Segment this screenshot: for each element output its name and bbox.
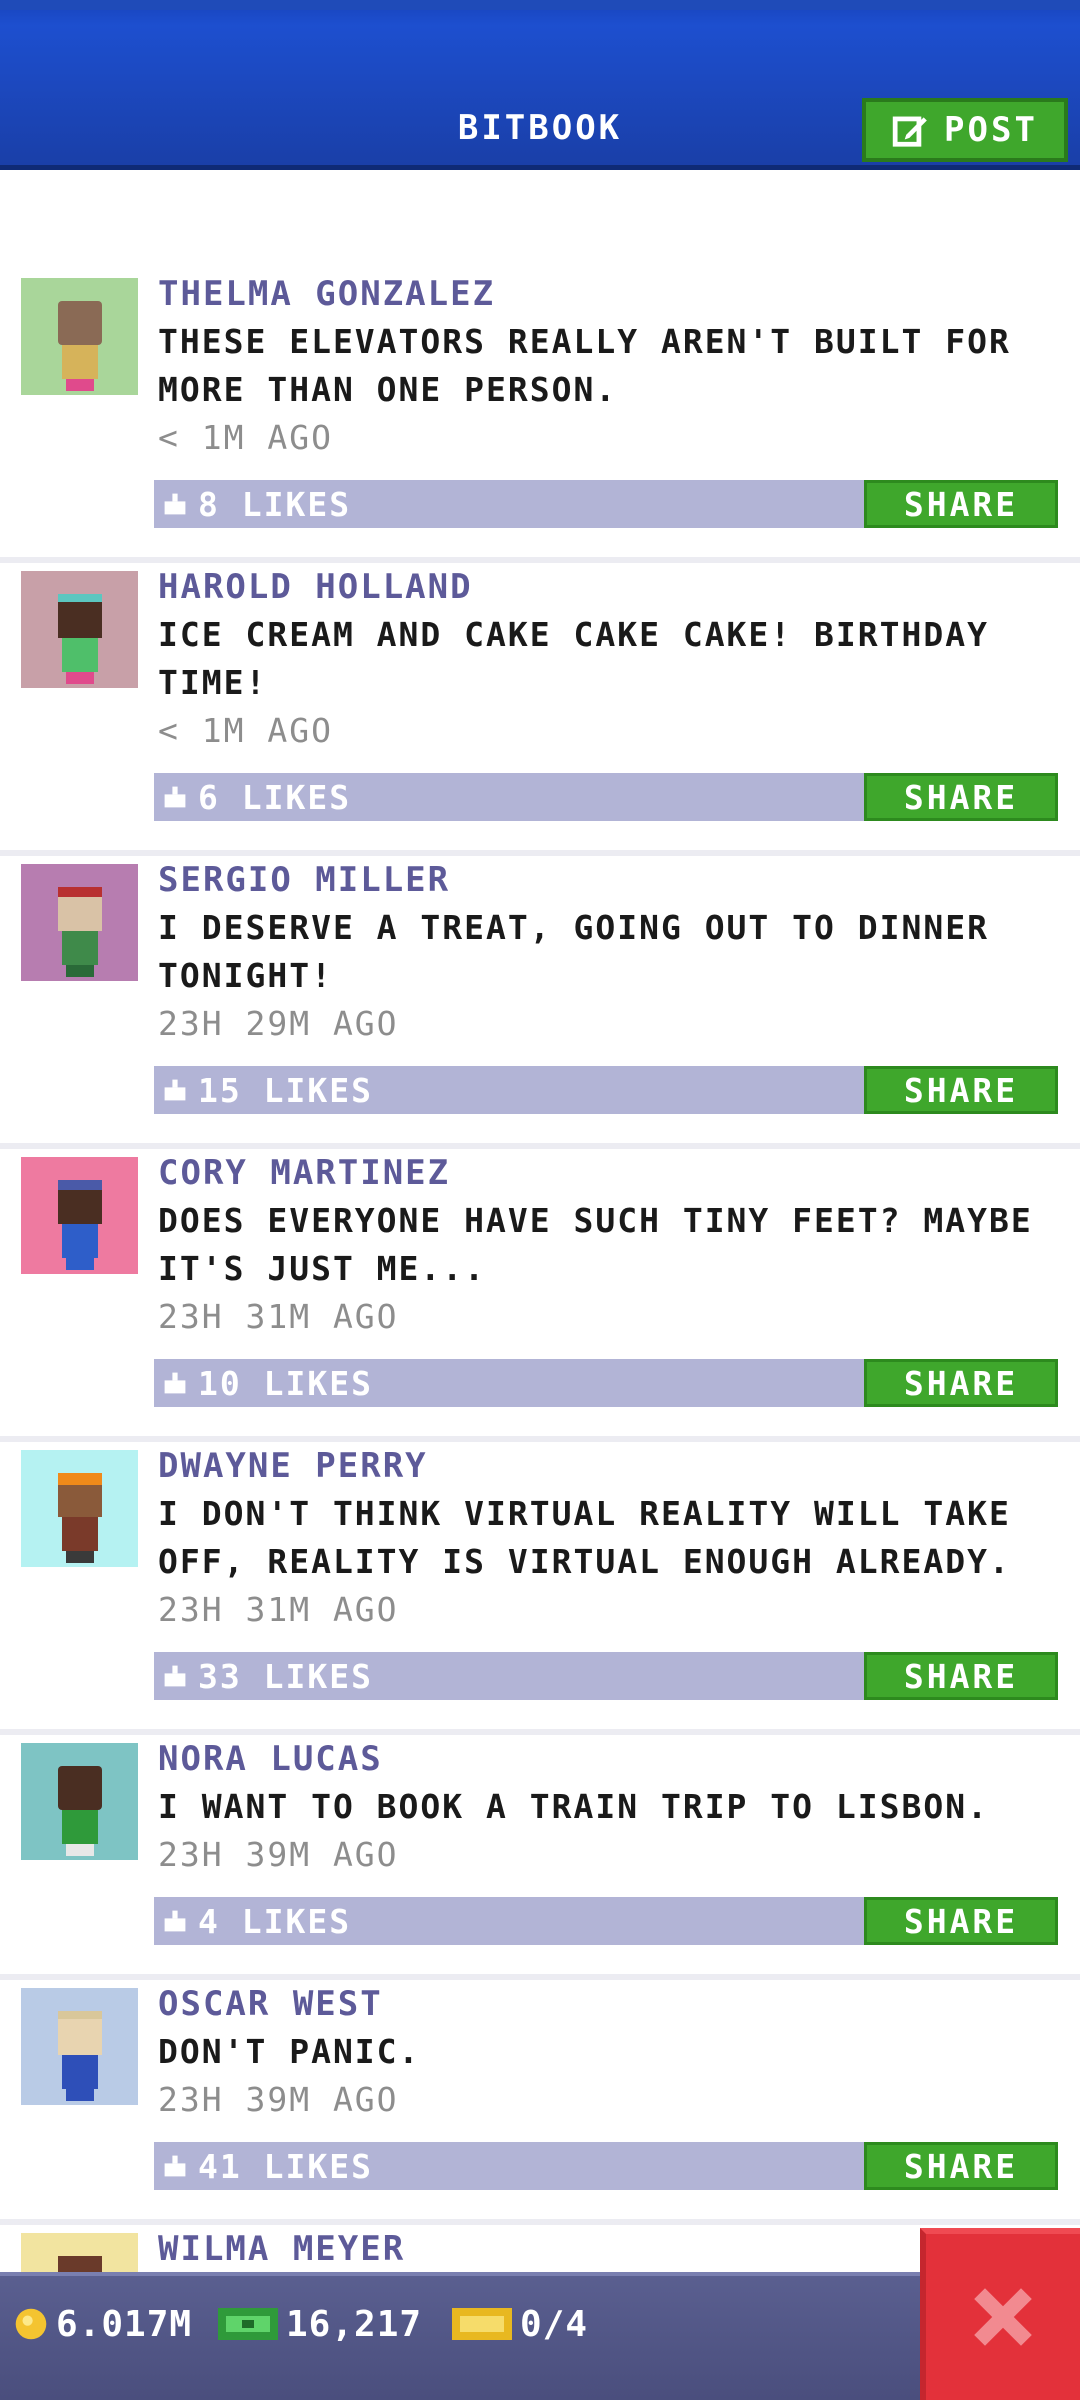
avatar[interactable] xyxy=(21,1988,138,2105)
tickets-stat: 0/4 xyxy=(452,2296,588,2352)
share-button[interactable]: SHARE xyxy=(864,1652,1058,1700)
post-author[interactable]: DWAYNE PERRY xyxy=(158,1442,1068,1490)
post-author[interactable]: THELMA GONZALEZ xyxy=(158,270,1068,318)
post-message: DOES EVERYONE HAVE SUCH TINY FEET? MAYBE… xyxy=(158,1201,1033,1288)
likes-bar: 15 LIKES SHARE xyxy=(154,1066,1058,1114)
thumbs-up-icon xyxy=(164,786,186,808)
post-time: 23H 39M AGO xyxy=(158,1835,399,1874)
feed-post: CORY MARTINEZ DOES EVERYONE HAVE SUCH TI… xyxy=(0,1149,1080,1442)
avatar[interactable] xyxy=(21,1743,138,1860)
post-author[interactable]: NORA LUCAS xyxy=(158,1735,1068,1783)
share-button[interactable]: SHARE xyxy=(864,1359,1058,1407)
thumbs-up-icon xyxy=(164,1910,186,1932)
likes-bar: 4 LIKES SHARE xyxy=(154,1897,1058,1945)
post-message: THESE ELEVATORS REALLY AREN'T BUILT FOR … xyxy=(158,322,1011,409)
coins-value: 6.017M xyxy=(56,2303,193,2345)
avatar[interactable] xyxy=(21,571,138,688)
likes-bar: 33 LIKES SHARE xyxy=(154,1652,1058,1700)
likes-count: 6 LIKES xyxy=(198,777,352,817)
post-message: ICE CREAM AND CAKE CAKE CAKE! BIRTHDAY T… xyxy=(158,615,989,702)
post-author[interactable]: CORY MARTINEZ xyxy=(158,1149,1068,1197)
thumbs-up-icon xyxy=(164,1079,186,1101)
thumbs-up-icon xyxy=(164,1372,186,1394)
coin-icon xyxy=(15,2308,47,2340)
post-author[interactable]: SERGIO MILLER xyxy=(158,856,1068,904)
tickets-value: 0/4 xyxy=(520,2303,589,2345)
feed-post: THELMA GONZALEZ THESE ELEVATORS REALLY A… xyxy=(0,270,1080,563)
bux-value: 16,217 xyxy=(286,2303,423,2345)
avatar[interactable] xyxy=(21,1450,138,1567)
post-message: DON'T PANIC. xyxy=(158,2032,421,2071)
likes-bar: 41 LIKES SHARE xyxy=(154,2142,1058,2190)
ticket-icon xyxy=(452,2308,512,2340)
share-button[interactable]: SHARE xyxy=(864,2142,1058,2190)
post-time: < 1M AGO xyxy=(158,711,333,750)
likes-count: 33 LIKES xyxy=(198,1656,373,1696)
app-header: BITBOOK POST xyxy=(0,0,1080,170)
feed-post: SERGIO MILLER I DESERVE A TREAT, GOING O… xyxy=(0,856,1080,1149)
feed-post: DWAYNE PERRY I DON'T THINK VIRTUAL REALI… xyxy=(0,1442,1080,1735)
resource-bar: 6.017M 16,217 0/4 xyxy=(0,2272,1080,2400)
close-button[interactable] xyxy=(920,2228,1080,2400)
avatar[interactable] xyxy=(21,1157,138,1274)
post-author[interactable]: OSCAR WEST xyxy=(158,1980,1068,2028)
feed-post: HAROLD HOLLAND ICE CREAM AND CAKE CAKE C… xyxy=(0,563,1080,856)
thumbs-up-icon xyxy=(164,493,186,515)
share-button[interactable]: SHARE xyxy=(864,1066,1058,1114)
edit-icon xyxy=(892,116,927,147)
post-time: 23H 31M AGO xyxy=(158,1297,399,1336)
post-message: I DON'T THINK VIRTUAL REALITY WILL TAKE … xyxy=(158,1494,1011,1581)
post-button[interactable]: POST xyxy=(862,98,1068,162)
likes-bar: 6 LIKES SHARE xyxy=(154,773,1058,821)
coins-stat: 6.017M xyxy=(14,2296,192,2352)
post-author[interactable]: HAROLD HOLLAND xyxy=(158,563,1068,611)
thumbs-up-icon xyxy=(164,1665,186,1687)
post-time: 23H 39M AGO xyxy=(158,2080,399,2119)
post-time: 23H 29M AGO xyxy=(158,1004,399,1043)
post-button-label: POST xyxy=(944,110,1038,150)
feed-post: NORA LUCAS I WANT TO BOOK A TRAIN TRIP T… xyxy=(0,1735,1080,1980)
share-button[interactable]: SHARE xyxy=(864,480,1058,528)
thumbs-up-icon xyxy=(164,2155,186,2177)
bux-icon xyxy=(218,2308,278,2340)
close-icon xyxy=(974,2288,1032,2346)
bux-stat: 16,217 xyxy=(218,2296,422,2352)
post-time: 23H 31M AGO xyxy=(158,1590,399,1629)
share-button[interactable]: SHARE xyxy=(864,773,1058,821)
feed-list[interactable]: THELMA GONZALEZ THESE ELEVATORS REALLY A… xyxy=(0,270,1080,2400)
likes-count: 10 LIKES xyxy=(198,1363,373,1403)
post-message: I WANT TO BOOK A TRAIN TRIP TO LISBON. xyxy=(158,1787,989,1826)
likes-count: 15 LIKES xyxy=(198,1070,373,1110)
post-message: I DESERVE A TREAT, GOING OUT TO DINNER T… xyxy=(158,908,989,995)
likes-bar: 10 LIKES SHARE xyxy=(154,1359,1058,1407)
likes-count: 8 LIKES xyxy=(198,484,352,524)
share-button[interactable]: SHARE xyxy=(864,1897,1058,1945)
likes-count: 4 LIKES xyxy=(198,1901,352,1941)
likes-count: 41 LIKES xyxy=(198,2146,373,2186)
post-time: < 1M AGO xyxy=(158,418,333,457)
likes-bar: 8 LIKES SHARE xyxy=(154,480,1058,528)
avatar[interactable] xyxy=(21,278,138,395)
feed-post: OSCAR WEST DON'T PANIC. 23H 39M AGO 41 L… xyxy=(0,1980,1080,2225)
avatar[interactable] xyxy=(21,864,138,981)
